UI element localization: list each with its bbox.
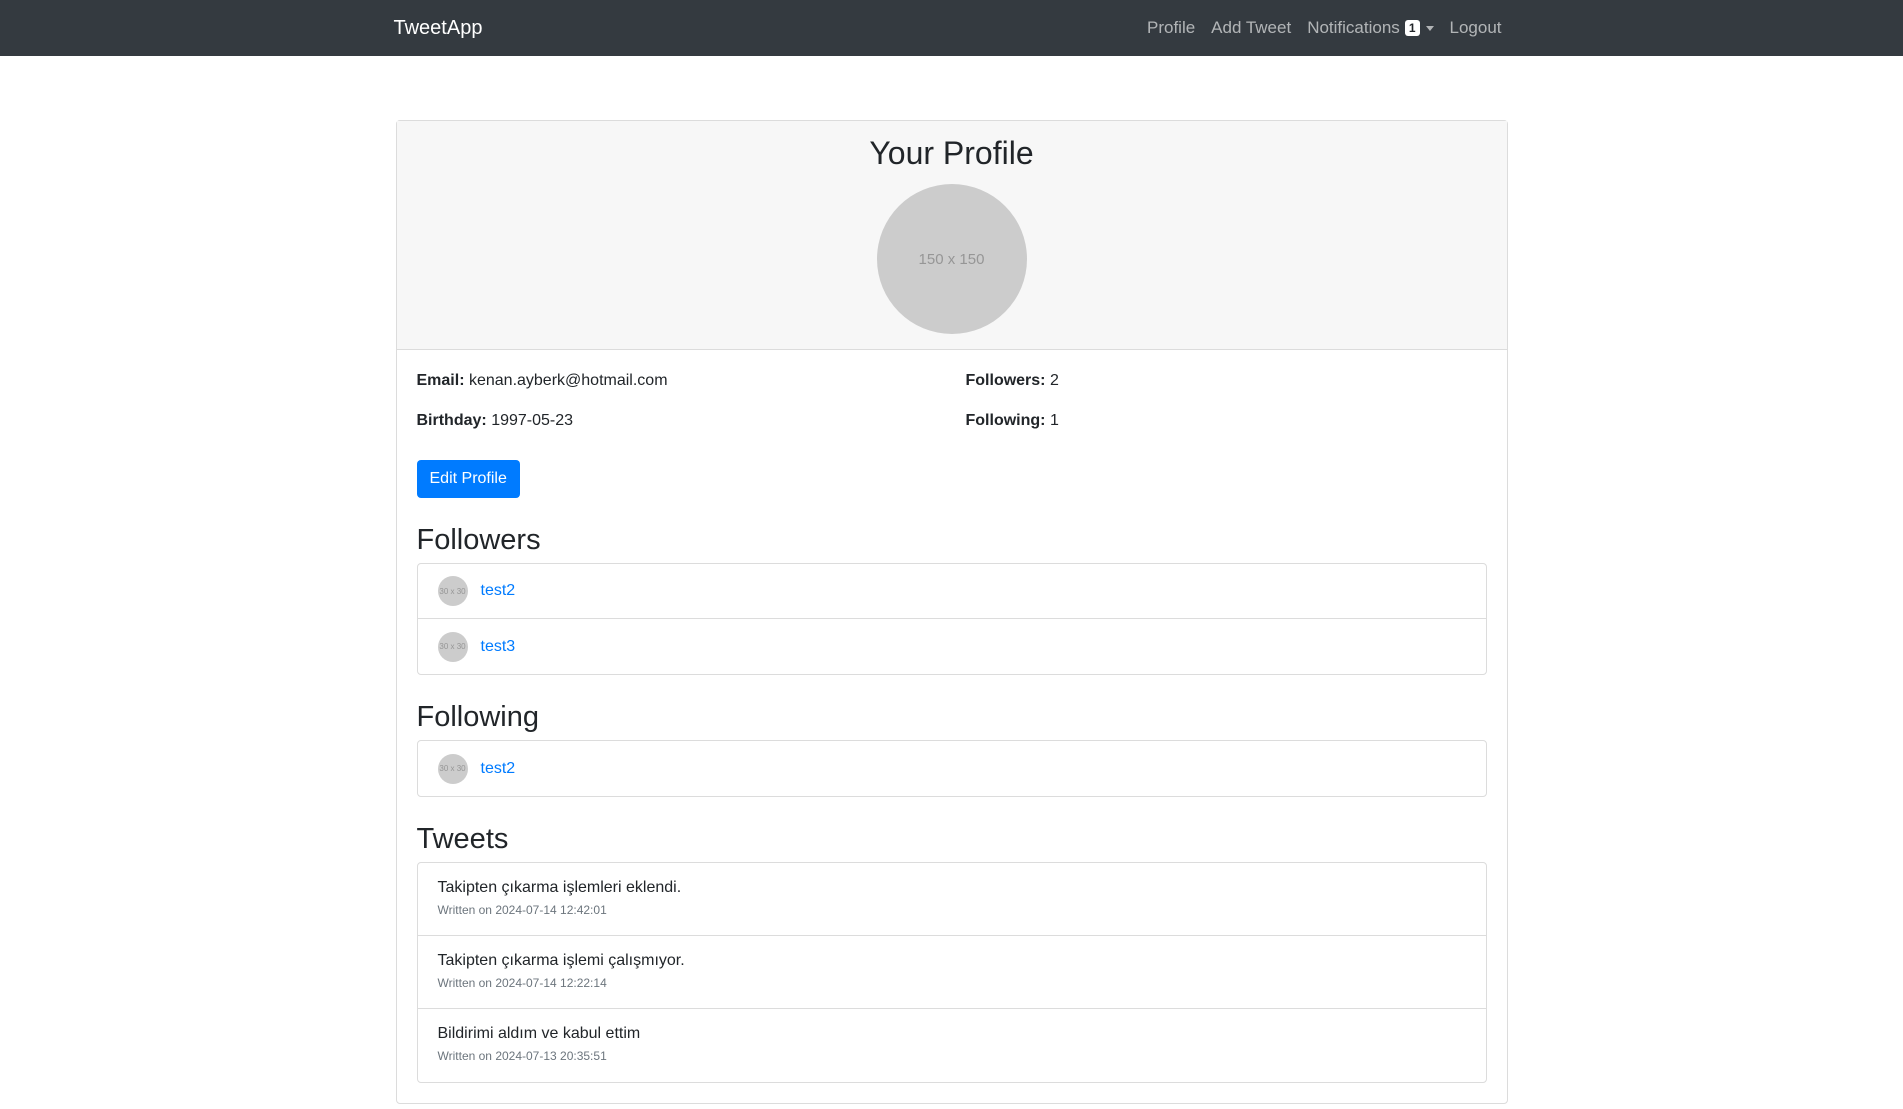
tweet-text: Bildirimi aldım ve kabul ettim xyxy=(437,1025,641,1042)
tweet-meta: Written on 2024-07-14 12:42:01 xyxy=(438,903,1466,917)
user-avatar: 30 x 30 xyxy=(437,631,468,662)
following-count-value: 1 xyxy=(1049,412,1059,429)
email-label: Email: xyxy=(416,372,465,389)
tweet-text: Takipten çıkarma işlemi çalışmıyor. xyxy=(437,952,685,969)
followers-list: 30 x 30 test2 30 x 30 test3 xyxy=(416,563,1487,675)
written-on-label: Written on xyxy=(437,903,492,917)
email-row: Email: kenan.ayberk@hotmail.com xyxy=(417,372,966,390)
birthday-row: Birthday: 1997-05-23 xyxy=(417,412,966,430)
notifications-label: Notifications xyxy=(1307,18,1400,37)
tweet-date: 2024-07-14 12:42:01 xyxy=(495,903,607,917)
edit-profile-button[interactable]: Edit Profile xyxy=(416,460,520,498)
tweet-item: Takipten çıkarma işlemleri eklendi. Writ… xyxy=(417,863,1486,936)
followers-count-row: Followers: 2 xyxy=(966,372,1487,390)
nav-add-tweet-link[interactable]: Add Tweet xyxy=(1203,18,1299,38)
user-avatar: 30 x 30 xyxy=(437,576,468,606)
tweet-meta: Written on 2024-07-14 12:22:14 xyxy=(438,976,1466,990)
tweet-date: 2024-07-14 12:22:14 xyxy=(495,976,607,990)
profile-info-grid: Email: kenan.ayberk@hotmail.com Follower… xyxy=(417,372,1487,430)
profile-card-header: Your Profile 150 x 150 xyxy=(396,121,1507,350)
navbar-inner: TweetApp Profile Add Tweet Notifications… xyxy=(392,0,1512,56)
tweet-item: Bildirimi aldım ve kabul ettim Written o… xyxy=(418,1009,1486,1082)
following-heading: Following xyxy=(416,701,540,733)
user-link[interactable]: test2 xyxy=(481,582,516,600)
brand-link[interactable]: TweetApp xyxy=(394,17,483,40)
main-container: Your Profile 150 x 150 Email: kenan.aybe… xyxy=(395,120,1508,1104)
tweet-date: 2024-07-13 20:35:51 xyxy=(495,1049,607,1063)
list-item: 30 x 30 test3 xyxy=(418,619,1486,674)
profile-avatar: 150 x 150 xyxy=(876,184,1027,334)
notifications-count-badge: 1 xyxy=(1404,20,1420,36)
page-title: Your Profile xyxy=(869,135,1034,171)
birthday-label: Birthday: xyxy=(416,412,487,429)
user-link[interactable]: test2 xyxy=(481,760,516,778)
user-link[interactable]: test3 xyxy=(481,638,516,656)
top-navbar: TweetApp Profile Add Tweet Notifications… xyxy=(0,0,1903,56)
tweet-meta: Written on 2024-07-13 20:35:51 xyxy=(438,1049,1466,1063)
email-value: kenan.ayberk@hotmail.com xyxy=(468,372,668,389)
profile-card-body: Email: kenan.ayberk@hotmail.com Follower… xyxy=(397,350,1507,1103)
tweets-heading: Tweets xyxy=(416,823,509,855)
following-count-row: Following: 1 xyxy=(966,412,1487,430)
written-on-label: Written on xyxy=(437,976,492,990)
nav-profile-link[interactable]: Profile xyxy=(1139,18,1203,38)
followers-heading: Followers xyxy=(416,524,541,556)
tweets-list: Takipten çıkarma işlemleri eklendi. Writ… xyxy=(416,862,1487,1083)
list-item: 30 x 30 test2 xyxy=(417,564,1486,619)
nav-links: Profile Add Tweet Notifications 1 Logout xyxy=(1139,18,1510,38)
followers-count-label: Followers: xyxy=(965,372,1046,389)
followers-count-value: 2 xyxy=(1049,372,1059,389)
tweet-item: Takipten çıkarma işlemi çalışmıyor. Writ… xyxy=(417,936,1486,1009)
following-count-label: Following: xyxy=(965,412,1046,429)
nav-logout-link[interactable]: Logout xyxy=(1442,18,1510,38)
nav-notifications-dropdown[interactable]: Notifications 1 xyxy=(1299,18,1441,38)
tweet-text: Takipten çıkarma işlemleri eklendi. xyxy=(437,879,682,896)
written-on-label: Written on xyxy=(437,1049,492,1063)
list-item: 30 x 30 test2 xyxy=(418,741,1486,796)
following-list: 30 x 30 test2 xyxy=(416,740,1487,797)
caret-down-icon xyxy=(1425,25,1434,31)
profile-card: Your Profile 150 x 150 Email: kenan.aybe… xyxy=(395,120,1508,1104)
user-avatar: 30 x 30 xyxy=(437,753,468,784)
birthday-value: 1997-05-23 xyxy=(491,412,574,429)
